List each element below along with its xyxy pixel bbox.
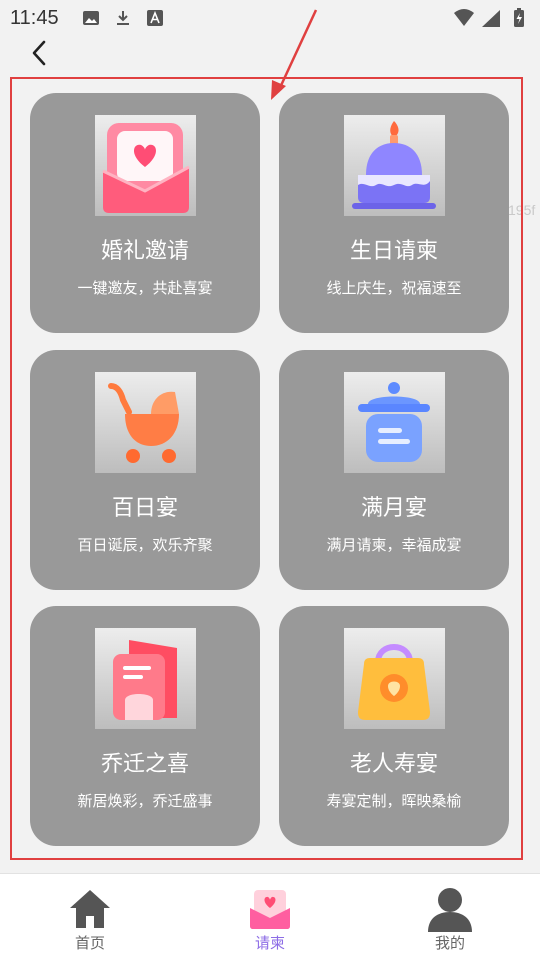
battery-icon bbox=[514, 8, 524, 27]
download-icon bbox=[117, 11, 129, 25]
status-bar: 11:45 bbox=[0, 0, 540, 36]
tab-label: 我的 bbox=[434, 934, 465, 952]
signal-icon bbox=[482, 10, 500, 27]
bottom-tab-bar: 首页 请柬 我的 bbox=[0, 873, 540, 961]
text-icon bbox=[147, 10, 163, 26]
tab-home[interactable]: 首页 bbox=[0, 874, 180, 961]
tab-label: 请柬 bbox=[254, 934, 285, 952]
chevron-left-icon bbox=[32, 40, 46, 66]
tab-label: 首页 bbox=[74, 934, 105, 952]
wifi-icon bbox=[454, 9, 474, 26]
annotation-highlight-box bbox=[10, 77, 523, 860]
image-icon bbox=[83, 11, 99, 25]
status-time: 11:45 bbox=[10, 7, 59, 29]
invitation-icon bbox=[250, 890, 290, 929]
user-icon bbox=[428, 888, 472, 932]
back-button[interactable] bbox=[26, 38, 56, 68]
tab-invitation[interactable]: 请柬 bbox=[180, 874, 360, 961]
status-right-icons bbox=[454, 8, 524, 27]
tab-mine[interactable]: 我的 bbox=[360, 874, 540, 961]
home-icon bbox=[70, 890, 110, 928]
